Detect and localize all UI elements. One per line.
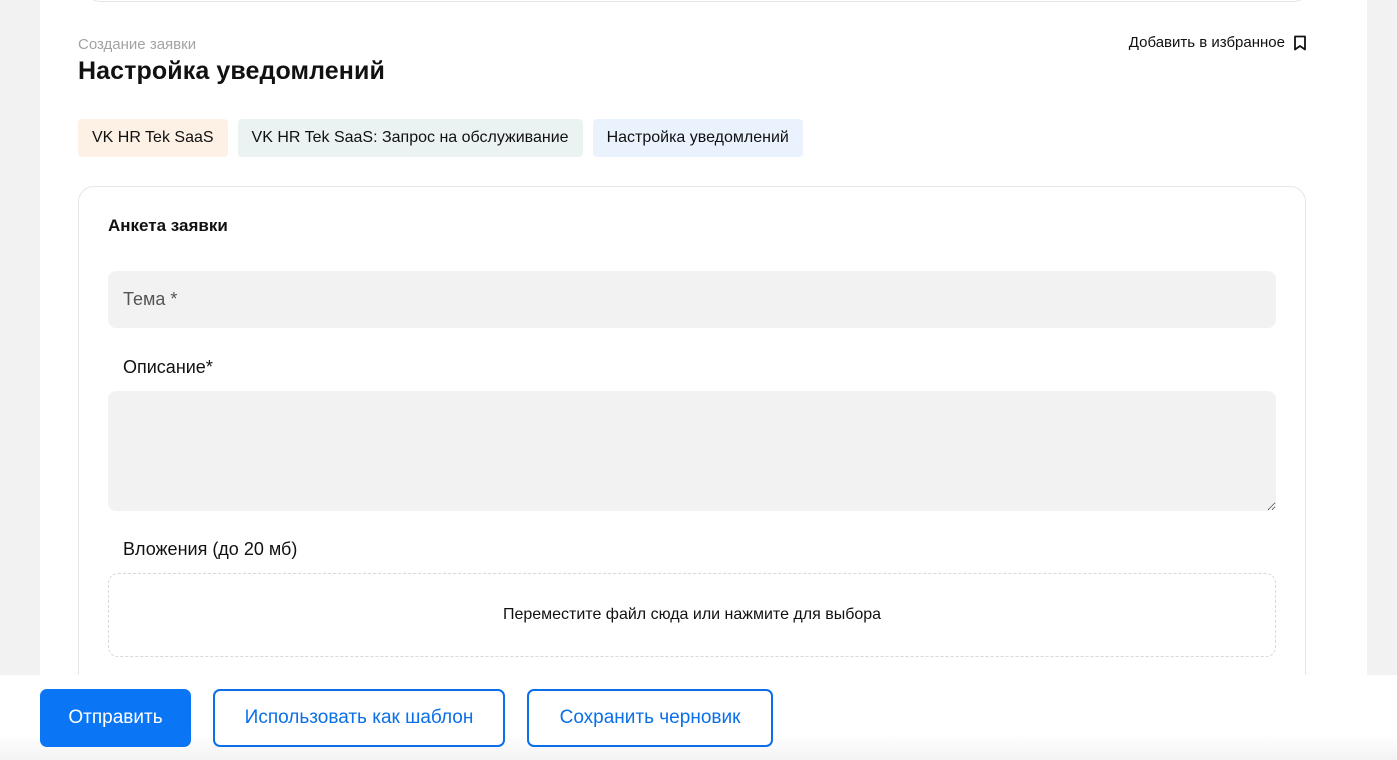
add-to-favorites-button[interactable]: Добавить в избранное xyxy=(1129,34,1307,51)
use-as-template-button[interactable]: Использовать как шаблон xyxy=(213,689,505,747)
category-tags: VK HR Tek SaaS VK HR Tek SaaS: Запрос на… xyxy=(78,119,803,157)
tag-service[interactable]: VK HR Tek SaaS xyxy=(78,119,228,157)
bookmark-icon xyxy=(1293,35,1307,51)
file-dropzone[interactable]: Переместите файл сюда или нажмите для вы… xyxy=(108,573,1276,657)
description-textarea[interactable] xyxy=(108,391,1276,511)
subject-input[interactable] xyxy=(108,271,1276,328)
add-to-favorites-label: Добавить в избранное xyxy=(1128,34,1285,51)
attachments-label: Вложения (до 20 мб) xyxy=(123,539,298,559)
tag-topic[interactable]: Настройка уведомлений xyxy=(592,119,803,157)
form-title: Анкета заявки xyxy=(108,216,228,235)
main-panel: Создание заявки Настройка уведомлений До… xyxy=(40,0,1367,760)
previous-card-edge xyxy=(86,0,1308,2)
page-title: Настройка уведомлений xyxy=(78,57,385,85)
save-draft-button[interactable]: Сохранить черновик xyxy=(527,689,773,747)
breadcrumb[interactable]: Создание заявки xyxy=(78,36,196,53)
request-form-card: Анкета заявки Описание* Вложения (до 20 … xyxy=(78,186,1306,748)
tag-request-type[interactable]: VK HR Tek SaaS: Запрос на обслуживание xyxy=(237,119,583,157)
description-label: Описание* xyxy=(123,357,213,377)
action-bar: Отправить Использовать как шаблон Сохран… xyxy=(0,675,1397,760)
submit-button[interactable]: Отправить xyxy=(40,689,191,747)
dropzone-text: Переместите файл сюда или нажмите для вы… xyxy=(502,606,882,623)
